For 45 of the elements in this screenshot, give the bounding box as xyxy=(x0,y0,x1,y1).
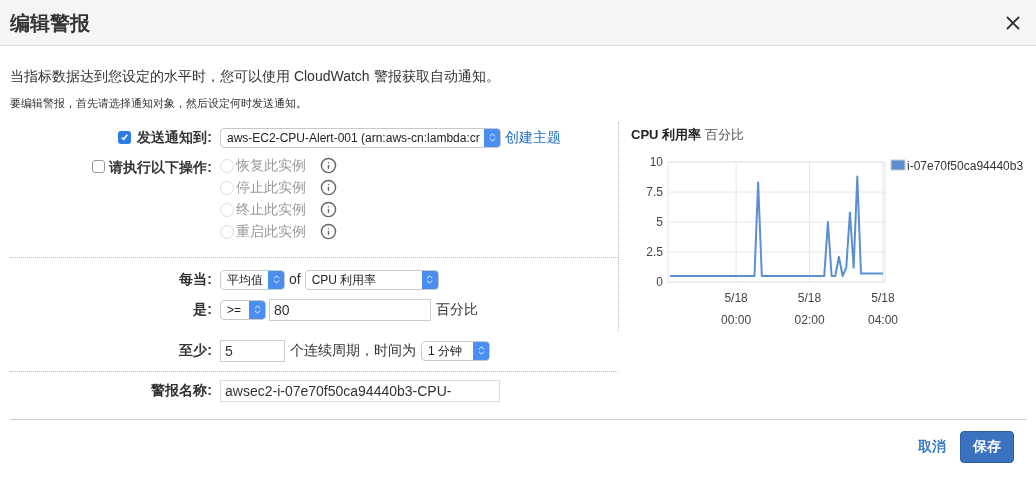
y-tick-label: 10 xyxy=(649,155,663,169)
create-topic-link[interactable]: 创建主题 xyxy=(505,127,561,148)
actions-checkbox[interactable] xyxy=(92,159,106,173)
unit-text: 百分比 xyxy=(436,300,478,319)
metric-select[interactable]: CPU 利用率 xyxy=(304,269,439,290)
chart-unit: 百分比 xyxy=(705,125,745,144)
field-label: 请执行以下操作: xyxy=(109,157,212,177)
cancel-link[interactable]: 取消 xyxy=(918,436,946,457)
field-label: 每当: xyxy=(178,270,213,289)
legend-label: i-07e70f50ca94440b3 xyxy=(907,159,1024,173)
x-tick-label: 5/18 00:00 xyxy=(721,291,752,327)
field-label: 是: xyxy=(192,300,213,319)
x-tick-label: 5/18 02:00 xyxy=(794,291,825,327)
y-tick-label: 0 xyxy=(656,275,663,289)
hint-text: 要编辑警报，首先请选择通知对象，然后设定何时发送通知。 xyxy=(10,96,308,111)
action-label: 停止此实例 xyxy=(236,178,307,197)
operator-select[interactable]: >= xyxy=(220,299,266,320)
threshold-field[interactable]: 80 xyxy=(269,298,431,321)
statistic-select[interactable]: 平均值 xyxy=(220,269,285,290)
action-label: 重启此实例 xyxy=(236,222,307,241)
info-icon[interactable] xyxy=(320,157,337,174)
action-label: 恢复此实例 xyxy=(236,156,307,175)
info-icon[interactable] xyxy=(320,201,337,218)
topic-select[interactable]: aws-EC2-CPU-Alert-001 (arn:aws-cn:lambda:cr xyxy=(220,127,501,148)
periods-field[interactable]: 5 xyxy=(220,339,285,362)
dialog-title: 编辑警报 xyxy=(10,10,91,36)
periods-text: 个连续周期，时间为 xyxy=(290,341,416,360)
y-tick-label: 7.5 xyxy=(646,185,663,199)
action-label: 终止此实例 xyxy=(236,200,307,219)
save-button[interactable]: 保存 xyxy=(960,430,1014,463)
intro-text: 当指标数据达到您设定的水平时，您可以使用 CloudWatch 警报获取自动通知。 xyxy=(10,67,501,86)
of-text: of xyxy=(289,270,301,289)
field-label: 警报名称: xyxy=(150,381,213,400)
notify-checkbox[interactable] xyxy=(118,131,132,144)
y-tick-label: 5 xyxy=(656,215,663,229)
y-tick-label: 2.5 xyxy=(646,245,663,259)
info-icon[interactable] xyxy=(320,223,337,240)
alarm-name-field[interactable]: awsec2-i-07e70f50ca94440b3-CPU- xyxy=(220,379,500,402)
period-select[interactable]: 1 分钟 xyxy=(421,340,490,361)
check-icon xyxy=(120,133,130,142)
info-icon[interactable] xyxy=(320,179,337,196)
x-tick-label: 5/18 04:00 xyxy=(868,291,898,327)
chart-title: CPU 利用率 xyxy=(631,125,702,144)
field-label: 发送通知到: xyxy=(137,128,212,147)
field-label: 至少: xyxy=(178,341,213,360)
